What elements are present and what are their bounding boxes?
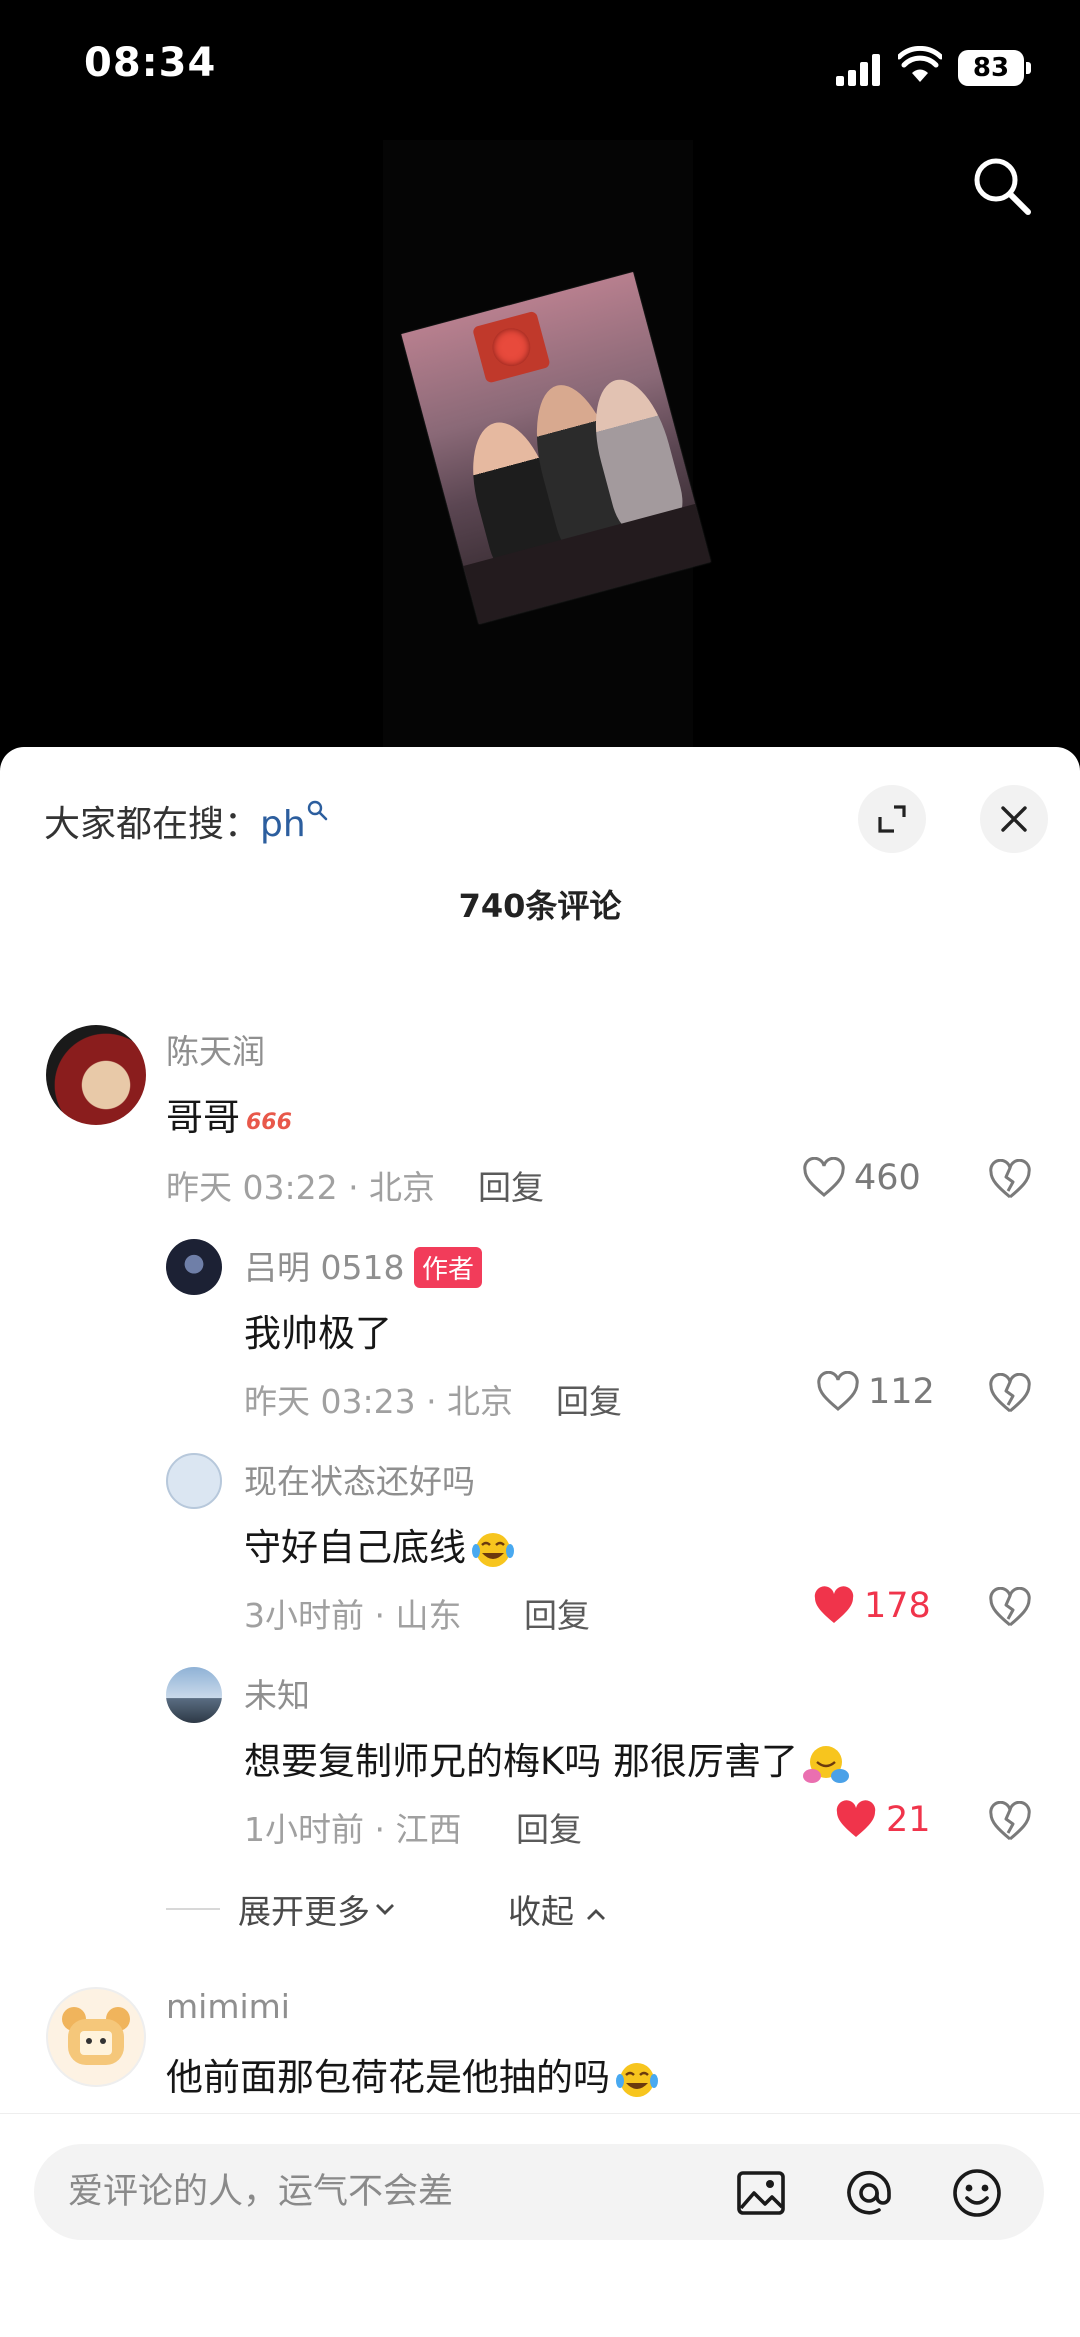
- hot-search-keyword[interactable]: ph: [260, 804, 306, 845]
- heart-icon: [817, 1371, 859, 1411]
- battery-indicator: 83: [958, 50, 1031, 86]
- avatar[interactable]: [166, 1667, 222, 1723]
- heart-icon: [803, 1157, 845, 1197]
- comment-time-location: 3小时前 · 山东: [244, 1596, 462, 1635]
- avatar[interactable]: [46, 1987, 146, 2087]
- hot-search-label: 大家都在搜：: [44, 804, 261, 845]
- signal-icon: [836, 52, 884, 86]
- search-icon: [307, 800, 327, 821]
- comment-username[interactable]: 现在状态还好吗: [244, 1455, 475, 1503]
- like-count: 21: [886, 1800, 931, 1840]
- reply-button[interactable]: 回复: [516, 1803, 582, 1851]
- author-badge: 作者: [414, 1247, 483, 1288]
- chevron-down-icon: [376, 1904, 394, 1915]
- bear-avatar-illustration: [62, 2007, 130, 2065]
- reply-button[interactable]: 回复: [556, 1375, 622, 1423]
- comment-input[interactable]: [68, 2162, 708, 2222]
- comment-sheet: 大家都在搜：ph 740条评论 陈天润 哥哥 666 昨天 03:22 · 北京 …: [0, 747, 1080, 2337]
- crying-laughing-emoji-icon: [616, 2062, 658, 2097]
- wifi-icon: [898, 46, 942, 82]
- broken-heart-icon[interactable]: [988, 1801, 1032, 1843]
- image-icon[interactable]: [734, 2166, 788, 2220]
- svg-text:666: 666: [246, 1110, 292, 1135]
- avatar[interactable]: [166, 1453, 222, 1509]
- like-button[interactable]: 112: [816, 1371, 935, 1413]
- at-icon[interactable]: [842, 2166, 896, 2220]
- comment-username[interactable]: 吕明 0518: [244, 1241, 404, 1289]
- emoji-icon[interactable]: [950, 2166, 1004, 2220]
- crying-laughing-emoji-icon: [472, 1532, 514, 1567]
- expand-button[interactable]: [858, 785, 926, 853]
- comment-time-location: 昨天 03:22 · 北京: [166, 1168, 436, 1207]
- heart-icon: [814, 1586, 854, 1623]
- comment-text-content: 守好自己底线: [244, 1526, 466, 1569]
- comment-username[interactable]: 陈天润: [166, 1025, 265, 1073]
- hot-search-bar[interactable]: 大家都在搜：ph: [44, 795, 328, 847]
- like-count: 112: [868, 1372, 935, 1412]
- collapse-label: 收起: [508, 1892, 574, 1931]
- comment-time-location: 昨天 03:23 · 北京: [244, 1382, 514, 1421]
- reply-button[interactable]: 回复: [478, 1161, 544, 1209]
- expand-more-replies[interactable]: 展开更多: [166, 1885, 396, 1933]
- broken-heart-icon[interactable]: [988, 1587, 1032, 1629]
- comment-username[interactable]: mimimi: [166, 1987, 290, 2026]
- comment-text-content: 哥哥: [166, 1096, 240, 1139]
- comment-text-content: 他前面那包荷花是他抽的吗: [166, 2056, 610, 2099]
- reply-button[interactable]: 回复: [524, 1589, 590, 1637]
- broken-heart-icon[interactable]: [988, 1159, 1032, 1201]
- comment-text: 他前面那包荷花是他抽的吗: [166, 2047, 660, 2101]
- chevron-up-icon: [586, 1909, 605, 1920]
- collapse-replies[interactable]: 收起: [508, 1885, 607, 1933]
- comment-time-location: 1小时前 · 江西: [244, 1810, 462, 1849]
- search-icon[interactable]: [968, 152, 1036, 220]
- comment-username[interactable]: 未知: [244, 1669, 310, 1717]
- expand-icon: [878, 805, 906, 833]
- heart-icon: [836, 1800, 876, 1837]
- comment-input-container[interactable]: [34, 2144, 1044, 2240]
- divider: [166, 1908, 220, 1910]
- hugging-emoji-icon: [803, 1745, 850, 1783]
- comment-text-content: 想要复制师兄的梅K吗 那很厉害了: [244, 1740, 799, 1783]
- status-bar: 08:34 83: [0, 0, 1080, 140]
- like-button[interactable]: 21: [834, 1799, 931, 1841]
- close-button[interactable]: [980, 785, 1048, 853]
- like-button[interactable]: 460: [802, 1157, 921, 1199]
- comment-text: 守好自己底线: [244, 1517, 516, 1571]
- comment-count: 740条评论: [458, 887, 622, 925]
- comment-text: 哥哥 666: [166, 1087, 294, 1141]
- close-icon: [1001, 806, 1027, 832]
- avatar[interactable]: [46, 1025, 146, 1125]
- like-button[interactable]: 178: [812, 1585, 931, 1627]
- avatar[interactable]: [166, 1239, 222, 1295]
- broken-heart-icon[interactable]: [988, 1373, 1032, 1415]
- status-time: 08:34: [84, 40, 217, 86]
- comment-input-bar: [0, 2113, 1080, 2337]
- like-count: 178: [864, 1586, 931, 1626]
- like-count: 460: [854, 1158, 921, 1198]
- 666-sticker-icon: 666: [246, 1110, 292, 1135]
- expand-more-label: 展开更多: [238, 1892, 370, 1931]
- comment-text: 我帅极了: [244, 1312, 392, 1355]
- comment-text: 想要复制师兄的梅K吗 那很厉害了: [244, 1731, 850, 1786]
